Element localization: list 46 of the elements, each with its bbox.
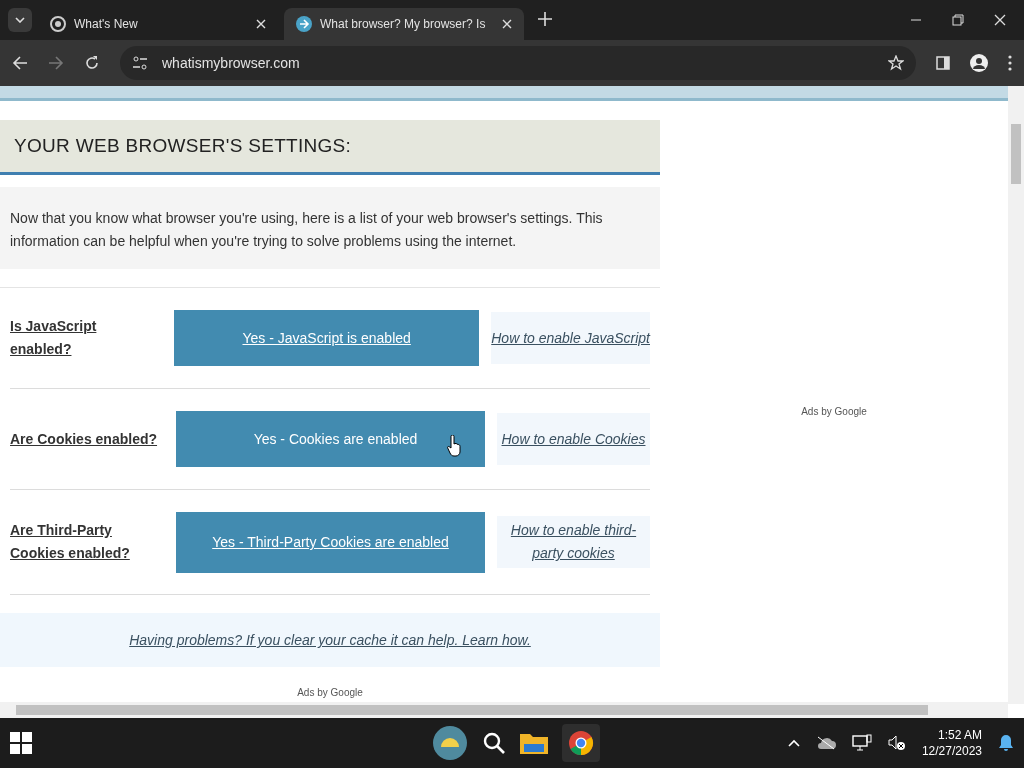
horizontal-scrollbar[interactable] — [0, 702, 1008, 719]
answer-button[interactable]: Yes - Third-Party Cookies are enabled — [176, 511, 485, 573]
answer-button[interactable]: Yes - JavaScript is enabled — [174, 310, 480, 366]
close-icon[interactable] — [994, 14, 1006, 26]
site-settings-icon[interactable] — [132, 56, 148, 70]
restore-icon[interactable] — [952, 14, 964, 26]
side-panel-icon[interactable] — [936, 56, 950, 70]
start-icon[interactable] — [10, 732, 32, 755]
browser-tab[interactable]: What browser? My browser? Is — [284, 8, 524, 40]
hand-cursor-icon — [447, 435, 462, 457]
setting-question[interactable]: Are Cookies enabled? — [10, 427, 160, 451]
tab-search-button[interactable] — [8, 8, 32, 32]
folder-icon[interactable] — [520, 732, 548, 755]
search-icon[interactable] — [482, 731, 506, 756]
cloud-offline-icon[interactable] — [815, 736, 836, 751]
shell-app-icon[interactable] — [432, 725, 468, 762]
site-icon[interactable] — [296, 16, 312, 32]
clock-date: 12/27/2023 — [921, 743, 982, 760]
profile-icon[interactable] — [970, 54, 988, 72]
notification-bell-icon[interactable] — [998, 734, 1014, 753]
cache-help-link[interactable]: Having problems? If you clear your cache it can help. Learn how. — [129, 632, 531, 648]
chevron-down-icon[interactable] — [15, 17, 25, 23]
address-bar[interactable]: whatismybrowser.com — [120, 46, 916, 80]
back-icon[interactable] — [12, 55, 28, 71]
new-tab-icon[interactable] — [538, 11, 552, 26]
url-text: whatismybrowser.com — [162, 55, 301, 71]
close-icon[interactable] — [502, 19, 512, 29]
clock-time: 1:52 AM — [937, 727, 982, 744]
intro-paragraph: Now that you know what browser you're using, here is a list of your web browser's settings. This information can be helpful when you're trying to solve problems using the internet. — [0, 187, 660, 269]
speaker-muted-icon[interactable] — [887, 735, 906, 752]
ads-label: Ads by Google — [297, 687, 363, 698]
vertical-scrollbar[interactable] — [1008, 86, 1024, 704]
chevron-up-icon[interactable] — [787, 739, 800, 748]
answer-button[interactable]: Yes - Cookies are enabled — [176, 411, 485, 467]
chrome-icon[interactable] — [568, 730, 594, 757]
ads-label: Ads by Google — [801, 406, 867, 419]
reload-icon[interactable] — [84, 55, 100, 71]
setting-question[interactable]: Are Third-Party Cookies enabled? — [10, 519, 160, 565]
forward-icon[interactable] — [48, 55, 64, 71]
bookmark-star-icon[interactable] — [888, 55, 904, 71]
close-icon[interactable] — [256, 19, 266, 29]
network-icon[interactable] — [851, 734, 872, 753]
browser-tab[interactable]: What's New — [38, 8, 278, 40]
section-heading: YOUR WEB BROWSER'S SETTINGS: — [0, 120, 660, 175]
more-menu-icon[interactable] — [1008, 55, 1012, 71]
setting-question[interactable]: Is JavaScript enabled? — [10, 315, 159, 361]
